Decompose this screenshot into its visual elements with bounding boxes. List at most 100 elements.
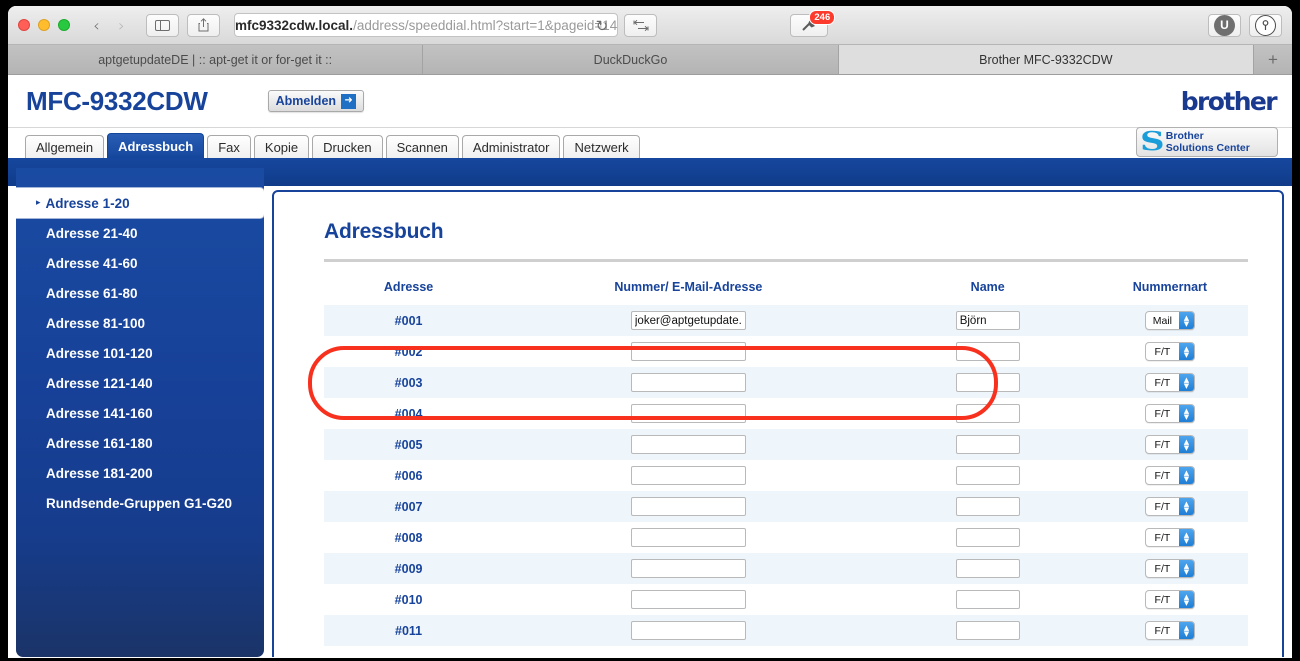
sidebar-toggle-icon[interactable] xyxy=(146,13,179,37)
tab-allgemein[interactable]: Allgemein xyxy=(25,135,105,158)
name-input[interactable] xyxy=(955,621,1020,641)
number-type-select[interactable]: F/T ▲ ▼ xyxy=(1144,621,1195,641)
tab-netzwerk[interactable]: Netzwerk xyxy=(563,135,640,158)
name-input[interactable] xyxy=(955,559,1020,579)
number-type-select[interactable]: Mail ▲ ▼ xyxy=(1144,311,1195,331)
number-input[interactable] xyxy=(630,559,746,579)
tab-drucken[interactable]: Drucken xyxy=(312,135,383,158)
number-input[interactable] xyxy=(630,342,746,362)
number-type-select[interactable]: F/T ▲ ▼ xyxy=(1144,404,1195,424)
sidebar-item-adresse-121-140[interactable]: Adresse 121-140 xyxy=(16,368,264,398)
browser-tab-2[interactable]: DuckDuckGo xyxy=(423,45,839,74)
name-input[interactable] xyxy=(955,435,1020,455)
row-number-cell xyxy=(493,615,884,646)
sidebar-item-label: Adresse 101-120 xyxy=(46,345,153,361)
sidebar-item-adresse-181-200[interactable]: Adresse 181-200 xyxy=(16,458,264,488)
number-type-select[interactable]: F/T ▲ ▼ xyxy=(1144,342,1195,362)
content-blocker-icon[interactable]: 246 xyxy=(790,9,836,37)
logout-button[interactable]: Abmelden ➜ xyxy=(267,90,365,112)
tab-adressbuch[interactable]: Adressbuch xyxy=(107,133,205,158)
number-type-select[interactable]: F/T ▲ ▼ xyxy=(1144,590,1195,610)
close-window-button[interactable] xyxy=(18,19,30,31)
number-type-select[interactable]: F/T ▲ ▼ xyxy=(1144,559,1195,579)
name-input[interactable] xyxy=(955,373,1020,393)
onepassword-extension-button[interactable] xyxy=(1249,13,1282,37)
number-input[interactable] xyxy=(630,466,746,486)
sidebar-nav: ▸ Adresse 1-20 Adresse 21-40 Adresse 41-… xyxy=(16,188,264,518)
row-address-cell: #009 xyxy=(324,553,494,584)
row-address-id: #003 xyxy=(394,375,423,390)
number-type-select[interactable]: F/T ▲ ▼ xyxy=(1144,466,1195,486)
number-input[interactable] xyxy=(630,621,746,641)
reload-icon[interactable]: ↻ xyxy=(596,17,609,35)
browser-tab-3[interactable]: Brother MFC-9332CDW xyxy=(838,45,1254,74)
name-input[interactable] xyxy=(955,466,1020,486)
table-row: #004 F/T ▲ ▼ xyxy=(324,398,1248,429)
stepper-arrows-icon[interactable]: ▲ ▼ xyxy=(1178,498,1194,516)
stepper-arrows-icon[interactable]: ▲ ▼ xyxy=(1178,312,1194,330)
number-input[interactable] xyxy=(630,528,746,548)
number-input[interactable] xyxy=(630,497,746,517)
sidebar-item-adresse-21-40[interactable]: Adresse 21-40 xyxy=(16,218,264,248)
name-input[interactable] xyxy=(955,342,1020,362)
zoom-window-button[interactable] xyxy=(58,19,70,31)
ublock-extension-button[interactable]: U xyxy=(1208,13,1241,37)
row-address-cell: #011 xyxy=(324,615,494,646)
sidebar-item-adresse-1-20[interactable]: ▸ Adresse 1-20 xyxy=(16,188,264,218)
row-number-cell xyxy=(493,553,884,584)
number-type-value: F/T xyxy=(1154,407,1171,420)
sidebar-item-label: Rundsende-Gruppen G1-G20 xyxy=(46,495,233,511)
sidebar-item-adresse-81-100[interactable]: Adresse 81-100 xyxy=(16,308,264,338)
name-input[interactable] xyxy=(955,497,1020,517)
tab-kopie[interactable]: Kopie xyxy=(253,135,310,158)
sidebar-item-adresse-101-120[interactable]: Adresse 101-120 xyxy=(16,338,264,368)
content-title: Adressbuch xyxy=(324,220,444,243)
sidebar: ▸ Adresse 1-20 Adresse 21-40 Adresse 41-… xyxy=(16,168,264,657)
number-input[interactable] xyxy=(630,311,746,331)
address-book-table: Adresse Nummer/ E-Mail-Adresse Name Numm… xyxy=(324,268,1248,646)
number-type-select[interactable]: F/T ▲ ▼ xyxy=(1144,528,1195,548)
number-type-select[interactable]: F/T ▲ ▼ xyxy=(1144,497,1195,517)
number-input[interactable] xyxy=(630,373,746,393)
tab-scannen[interactable]: Scannen xyxy=(385,135,459,158)
new-tab-icon[interactable]: + xyxy=(1253,45,1292,74)
stepper-arrows-icon[interactable]: ▲ ▼ xyxy=(1178,591,1194,609)
number-type-value: F/T xyxy=(1154,500,1171,513)
minimize-window-button[interactable] xyxy=(38,19,50,31)
tab-overview-icon[interactable] xyxy=(624,13,658,37)
number-input[interactable] xyxy=(630,404,746,424)
stepper-arrows-icon[interactable]: ▲ ▼ xyxy=(1178,529,1194,547)
row-address-id: #009 xyxy=(394,561,423,576)
back-icon[interactable]: ‹ xyxy=(84,14,109,37)
sidebar-item-adresse-141-160[interactable]: Adresse 141-160 xyxy=(16,398,264,428)
name-input[interactable] xyxy=(955,404,1020,424)
name-input[interactable] xyxy=(955,590,1020,610)
name-input[interactable] xyxy=(955,311,1020,331)
number-input[interactable] xyxy=(630,590,746,610)
table-row: #010 F/T ▲ ▼ xyxy=(324,584,1248,615)
sidebar-item-rundsende-gruppen[interactable]: Rundsende-Gruppen G1-G20 xyxy=(16,488,264,518)
stepper-arrows-icon[interactable]: ▲ ▼ xyxy=(1178,436,1194,454)
number-type-select[interactable]: F/T ▲ ▼ xyxy=(1144,373,1195,393)
share-icon[interactable] xyxy=(187,13,220,37)
number-type-select[interactable]: F/T ▲ ▼ xyxy=(1144,435,1195,455)
name-input[interactable] xyxy=(955,528,1020,548)
number-input[interactable] xyxy=(630,435,746,455)
tab-fax[interactable]: Fax xyxy=(207,135,251,158)
stepper-arrows-icon[interactable]: ▲ ▼ xyxy=(1178,374,1194,392)
stepper-arrows-icon[interactable]: ▲ ▼ xyxy=(1178,622,1194,640)
stepper-arrows-icon[interactable]: ▲ ▼ xyxy=(1178,343,1194,361)
address-bar[interactable]: mfc9332cdw.local./address/speeddial.html… xyxy=(234,13,619,37)
column-header-name: Name xyxy=(970,280,1005,294)
sidebar-item-adresse-61-80[interactable]: Adresse 61-80 xyxy=(16,278,264,308)
sidebar-item-adresse-41-60[interactable]: Adresse 41-60 xyxy=(16,248,264,278)
column-header-address: Adresse xyxy=(383,280,434,294)
stepper-arrows-icon[interactable]: ▲ ▼ xyxy=(1178,467,1194,485)
brother-solutions-center-button[interactable]: S Brother Solutions Center xyxy=(1136,127,1278,157)
stepper-arrows-icon[interactable]: ▲ ▼ xyxy=(1178,560,1194,578)
forward-icon[interactable]: › xyxy=(109,14,134,37)
stepper-arrows-icon[interactable]: ▲ ▼ xyxy=(1178,405,1194,423)
browser-tab-1[interactable]: aptgetupdateDE | :: apt-get it or for-ge… xyxy=(8,45,424,74)
tab-administrator[interactable]: Administrator xyxy=(461,135,561,158)
sidebar-item-adresse-161-180[interactable]: Adresse 161-180 xyxy=(16,428,264,458)
